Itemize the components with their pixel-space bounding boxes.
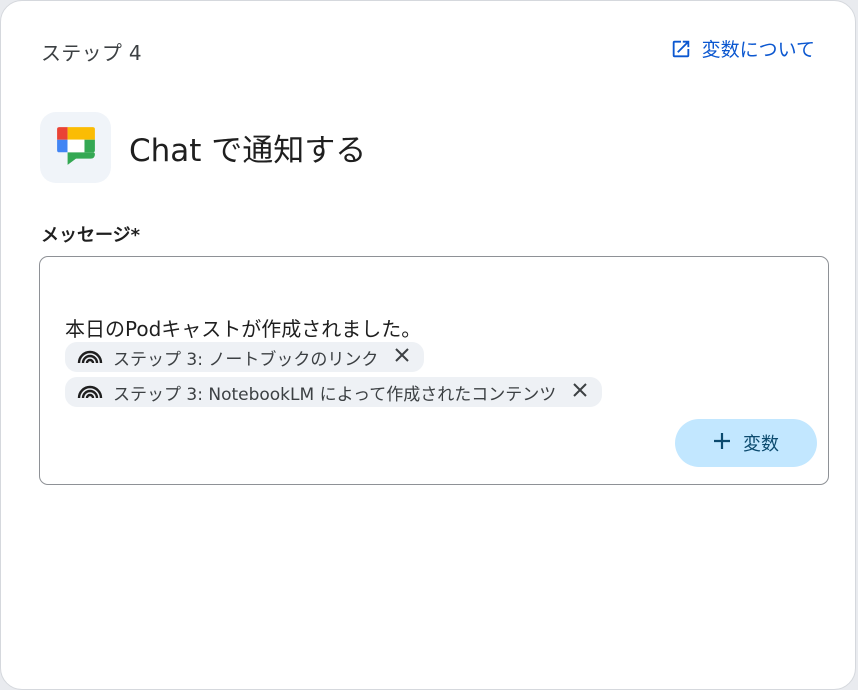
message-field-label: メッセージ* — [41, 225, 141, 246]
variable-chip-label: ステップ 3: ノートブックのリンク — [113, 349, 379, 370]
variable-chip-label: ステップ 3: NotebookLM によって作成されたコンテンツ — [113, 384, 557, 405]
action-title: Chat で通知する — [129, 133, 367, 169]
add-variable-button[interactable]: 変数 — [675, 419, 817, 467]
app-icon-tile — [40, 112, 111, 183]
message-text[interactable]: 本日のPodキャストが作成されました。 — [65, 313, 421, 342]
remove-chip-icon[interactable] — [394, 347, 410, 367]
step-panel: ステップ 4 変数について Chat で通知する メッセージ* 本日のPodキャ… — [0, 0, 856, 690]
variable-chip[interactable]: ステップ 3: ノートブックのリンク — [65, 342, 425, 372]
step-label: ステップ 4 — [41, 41, 142, 65]
about-variables-link[interactable]: 変数について — [670, 35, 815, 62]
open-in-new-icon — [670, 38, 692, 60]
add-variable-label: 変数 — [743, 434, 779, 455]
about-variables-label: 変数について — [701, 39, 815, 61]
remove-chip-icon[interactable] — [572, 382, 588, 402]
message-input[interactable]: 本日のPodキャストが作成されました。 ステップ 3: ノートブックのリンク ス… — [39, 256, 829, 485]
variable-chip[interactable]: ステップ 3: NotebookLM によって作成されたコンテンツ — [65, 377, 603, 407]
plus-icon — [713, 432, 731, 455]
notebooklm-icon — [77, 380, 103, 404]
google-chat-icon — [55, 125, 97, 171]
notebooklm-icon — [77, 345, 103, 369]
